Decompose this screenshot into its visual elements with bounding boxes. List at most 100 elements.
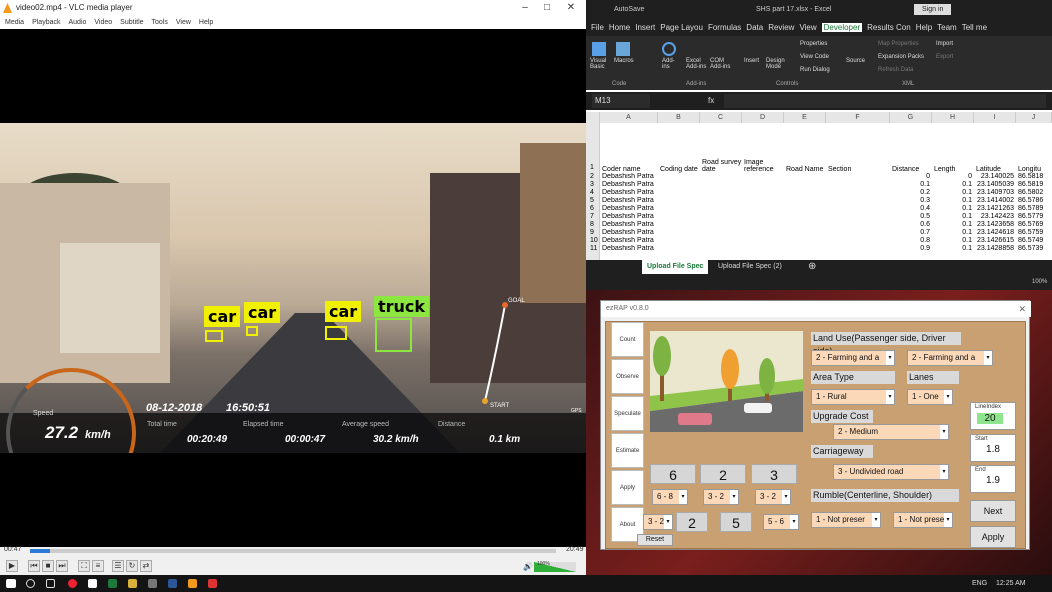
tab-apply[interactable]: Apply [611,470,644,505]
ribbon-tab-11[interactable]: Team [937,23,957,32]
shuffle-icon[interactable]: ⇄ [140,560,152,572]
rumble-centerline-select[interactable]: 1 - Not preser ▾ [811,512,881,528]
ribbon-tab-7[interactable]: View [799,23,816,32]
ribbon-tab-1[interactable]: Home [609,23,630,32]
table-cell[interactable]: 0.4 [892,205,930,212]
formula-input[interactable] [724,94,1046,108]
properties-button[interactable]: Properties [800,41,827,47]
chrome-icon[interactable] [68,579,77,588]
play-icon[interactable]: ▶ [6,560,18,572]
table-cell[interactable]: Debashish Patra [602,229,656,236]
table-cell[interactable]: 23.140025 [976,173,1014,180]
tab-observe[interactable]: Observe [611,359,644,394]
stop-icon[interactable]: ■ [42,560,54,572]
column-header-D[interactable]: D [742,112,784,123]
table-cell[interactable]: 86.5789 [1018,205,1050,212]
table-cell[interactable]: 0.1 [934,229,972,236]
table-cell[interactable]: 0.2 [892,189,930,196]
minimize-icon[interactable]: – [514,0,536,16]
seek-bar[interactable] [30,549,556,553]
header-cell[interactable]: Image reference [744,125,784,173]
vlc-menu-video[interactable]: Video [94,19,112,26]
table-cell[interactable]: 86.5749 [1018,237,1050,244]
table-cell[interactable]: 0.5 [892,213,930,220]
app2-icon[interactable] [148,579,157,588]
table-cell[interactable]: 23.1424618 [976,229,1014,236]
header-cell[interactable]: Coder name [602,125,658,173]
design-mode-button[interactable]: Design Mode [766,58,786,70]
ribbon-tab-12[interactable]: Tell me [962,23,987,32]
land-use-driver-select[interactable]: 2 - Farming and a ▾ [907,350,993,366]
table-cell[interactable]: Debashish Patra [602,213,656,220]
volume-icon[interactable]: 🔊 [523,562,533,571]
excel-addins-button[interactable]: Excel Add-ins [686,58,708,70]
table-cell[interactable]: 86.5739 [1018,245,1050,252]
add-ins-button[interactable]: Add-ins [662,58,682,70]
close-icon[interactable]: ✕ [560,0,582,16]
header-cell[interactable]: Length [934,125,974,173]
table-cell[interactable]: 0.1 [934,181,972,188]
header-cell[interactable]: Section [828,125,890,173]
next-icon[interactable]: ⏭ [56,560,68,572]
column-header-B[interactable]: B [658,112,700,123]
name-box[interactable]: M13 [592,94,650,108]
maximize-icon[interactable]: □ [536,0,558,16]
vlc-menu-subtitle[interactable]: Subtitle [120,19,143,26]
reset-button[interactable]: Reset [637,534,673,546]
ribbon-tab-2[interactable]: Insert [635,23,655,32]
table-cell[interactable]: 23.1423658 [976,221,1014,228]
table-cell[interactable]: Debashish Patra [602,221,656,228]
table-cell[interactable]: Debashish Patra [602,237,656,244]
source-button[interactable]: Source [846,58,865,64]
sheet-tab-2[interactable]: Upload File Spec (2) [718,260,782,274]
column-header-C[interactable]: C [700,112,742,123]
table-cell[interactable]: 0.6 [892,221,930,228]
tab-count[interactable]: Count [611,322,644,357]
vlc-menu-playback[interactable]: Playback [32,19,60,26]
next-button[interactable]: Next [970,500,1016,522]
tab-speculate[interactable]: Speculate [611,396,644,431]
table-cell[interactable]: 86.5819 [1018,181,1050,188]
vlc-menu-media[interactable]: Media [5,19,24,26]
ribbon-tab-4[interactable]: Formulas [708,23,741,32]
table-cell[interactable]: 86.5759 [1018,229,1050,236]
table-cell[interactable]: 0.1 [934,221,972,228]
clock[interactable]: 12:25 AM [996,575,1026,592]
table-cell[interactable]: 0.3 [892,197,930,204]
area-type-select[interactable]: 1 - Rural ▾ [811,389,895,405]
sign-in-button[interactable]: Sign in [914,4,952,15]
vlc-menu-help[interactable]: Help [199,19,213,26]
ribbon-tab-5[interactable]: Data [746,23,763,32]
header-cell[interactable]: Coding date [660,125,700,173]
table-cell[interactable]: 0.7 [892,229,930,236]
header-cell[interactable]: Road Name [786,125,826,173]
count-3-select[interactable]: 3 - 2 ▾ [755,489,791,505]
table-cell[interactable]: 23.1426615 [976,237,1014,244]
app3-icon[interactable] [168,579,177,588]
count-2-select[interactable]: 3 - 2 ▾ [703,489,739,505]
ribbon-tab-9[interactable]: Results Con [867,23,911,32]
column-header-E[interactable]: E [784,112,826,123]
right-select[interactable]: 5 - 6 ▾ [763,514,799,530]
view-code-button[interactable]: View Code [800,54,829,60]
app-icon[interactable] [88,579,97,588]
vlc-menu-tools[interactable]: Tools [152,19,168,26]
table-cell[interactable]: 23.142423 [976,213,1014,220]
table-cell[interactable]: 0 [892,173,930,180]
ribbon-tab-10[interactable]: Help [916,23,932,32]
table-cell[interactable]: 0.1 [892,181,930,188]
table-cell[interactable]: 0.8 [892,237,930,244]
carriageway-select[interactable]: 3 - Undivided road ▾ [833,464,949,480]
table-cell[interactable]: 23.1405039 [976,181,1014,188]
table-cell[interactable]: 0 [934,173,972,180]
header-cell[interactable]: Latitude [976,125,1016,173]
lanes-select[interactable]: 1 - One ▾ [907,389,953,405]
table-cell[interactable]: 23.1421263 [976,205,1014,212]
com-addins-button[interactable]: COM Add-ins [710,58,732,70]
table-cell[interactable]: 23.1409703 [976,189,1014,196]
previous-icon[interactable]: ⏮ [28,560,40,572]
table-cell[interactable]: Debashish Patra [602,197,656,204]
windows-start-icon[interactable] [6,579,16,588]
autosave-label[interactable]: AutoSave [614,6,644,13]
playlist-icon[interactable]: ☰ [112,560,124,572]
